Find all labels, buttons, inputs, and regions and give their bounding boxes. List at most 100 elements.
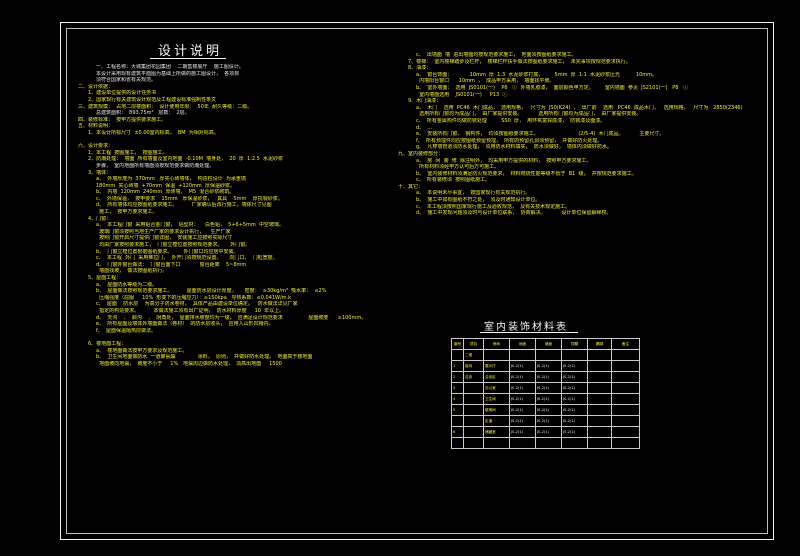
table-cell: [587, 437, 612, 449]
table-cell: [587, 371, 612, 383]
table-cell: JS-2(1): [509, 415, 536, 427]
note-line: 2、防潮处理： 墙面 所有墙面及室内地面 -0.10M 墙身处， 20 厚 1:…: [88, 156, 284, 163]
table-cell: [587, 415, 612, 427]
note-line: 十、其它：: [398, 183, 424, 190]
notes-left-column: 一、工程名称：大城集团花园集团 二期售楼展厅 施工图设计。 本设计采用现有建筑平面…: [78, 64, 398, 367]
table-cell: JS-2(1): [535, 371, 562, 383]
note-line: [78, 137, 398, 144]
note-line: 墙面找坡， 做法按图纸执行。: [96, 268, 168, 275]
note-line: e、 安装所有门窗、 钢构件， 均须按图纸要求施工。 (2/5-4) 木门成品。…: [416, 131, 665, 138]
note-line: 7、楼梯： 室内楼梯踏步及栏杆， 楼梯栏杆扶手做法按图纸要求施工， 未完事项按规…: [408, 58, 631, 65]
table-cell: [509, 349, 536, 361]
note-line: 5、屋面工程：: [88, 275, 122, 281]
table-cell: JS-2(1): [535, 360, 562, 372]
table-cell: [561, 349, 588, 361]
table-cell: [463, 415, 484, 427]
table-cell: [587, 404, 612, 416]
table-header-cell: 墙面: [535, 338, 562, 350]
table-cell: [463, 382, 484, 394]
note-line: b、 室内装修材料须满足防火规范要求， 材料燃烧性能等级不低于 B1 级， 并按…: [416, 170, 637, 177]
table-row: 4 卫生间 JS-2(1) JS-2(1) JS-2(1): [451, 393, 640, 405]
note-line: b、 门窗立樘位置根据图纸要求。 外门窗口均应居中安装。: [96, 248, 239, 255]
note-line: 压缩强度（屈服 10% 形变下的压缩应力）：≥150kpa 导热系数：≤0.04…: [96, 294, 292, 301]
note-line: c、 本工程 外门 采用推拉门， 外开门须按规范设置。 向门口， 门框宽度。: [96, 255, 278, 262]
note-line: 一、工程名称：大城集团花园集团 二期售楼展厅 施工图设计。: [96, 64, 244, 70]
table-cell: JS-2(1): [509, 371, 536, 383]
material-table-body: 二楼 1 接待 展示厅 JS-2(1) JS-2(1) JS-2(1) 2 洽谈 洽谈区 JS-2(…: [451, 349, 640, 449]
note-line: 8、油漆：: [408, 65, 432, 72]
note-line: 九、室内装修部分：: [398, 150, 444, 157]
table-cell: [611, 404, 640, 416]
table-cell: JS-2(1): [535, 415, 562, 427]
table-cell: 洽谈: [463, 371, 484, 383]
notes-right-column: c、 出墙面 墙 进出墙面均按规范要求施工， 地面须按图纸要求施工。 7、楼梯： …: [398, 52, 758, 217]
note-line: d、 天沟 、 斜沟 、 阴角处， 屋面排水坡度均为一级， 应满足设计规范要求 …: [96, 314, 367, 321]
note-line: 玻璃门窗须按照当地生产厂家的要求设计执行， 生产厂家: [96, 228, 231, 235]
note-line: c、 屋面 防水层 为高分子防水卷材， 具体产品由建设单位确定。 防水做法详见厂…: [96, 301, 298, 308]
table-cell: 楼梯间: [483, 404, 510, 416]
table-cell: [611, 382, 640, 394]
table-cell: 3: [451, 382, 464, 394]
material-table-header: 编号 项目 房间 地面 墙面 顶棚 踢脚 备注: [451, 338, 640, 350]
note-line: 指定的构造要求。 本做法施工须有出厂证明， 防水材料厚度 10 年以上。: [96, 307, 285, 314]
table-cell: 展示厅: [483, 360, 510, 372]
note-line: d、 所有墙体均应按图纸要求施工。 厂家确认后再行施工，墙体尺寸见图: [96, 202, 272, 209]
note-line: 四、装修标准： 按甲方提供要求施工。: [78, 116, 167, 123]
table-cell: 储藏室: [483, 426, 510, 438]
table-cell: JS-2(1): [535, 426, 562, 438]
note-line: c、 出墙面 墙 进出墙面均按规范要求施工， 地面须按图纸要求施工。: [416, 52, 577, 58]
table-cell: 1: [451, 360, 464, 372]
table-cell: [611, 349, 640, 361]
note-line: 1、本设计所标尺寸 ±0.00室内标高， BM 为相对标高。: [88, 129, 219, 136]
note-line: 二、设计依据：: [78, 83, 114, 90]
table-cell: JS-2(1): [561, 415, 588, 427]
table-cell: JS-2(1): [561, 371, 588, 383]
title-underline: [150, 58, 226, 59]
note-line: d、 施工中发现问题须及时与设计单位联系， 协商解决。 设计单位保留解释权。: [416, 210, 612, 217]
note-line: b、 卫生间地面做防水 一道聚氨酯 涂料， 原则， 并做好防水处理。 地面高于楼…: [96, 354, 313, 361]
note-line: d、 门窗外窗台做法： 门窗台面下口 窗台距离 5~8mm: [96, 261, 247, 268]
table-cell: [587, 382, 612, 394]
note-line: 180mm 实心砖墙 +70mm 保温 +120mm 厚保温砂浆。: [96, 182, 235, 189]
table-cell: [463, 437, 484, 449]
table-cell: [463, 404, 484, 416]
note-line: a、 外墙厚度为 370mm 厚实心砖墙体， 构造柱设计 为承重墙: [96, 176, 246, 183]
note-line: 须符合国家和省有关规范。: [96, 77, 157, 84]
note-line: c、 本工程须按照国家现行施工及验收规范， 及有关技术规定施工。: [416, 203, 571, 210]
note-line: a、 本说明未尽事宜， 按国家现行有关规范执行。: [416, 190, 531, 197]
note-line: f、 屋面保温隔热层做法。: [96, 327, 156, 334]
note-line: a、 房 间 装 修 除注明外， 均采用甲方提供的材料， 按照甲方要求施工。: [416, 157, 592, 164]
material-table-title-underline: [480, 332, 578, 333]
note-line: f、 所有预埋件均应按图纸预留预埋， 所有的预留孔洞须预留， 并做好防火处理。: [416, 137, 603, 144]
table-row: [451, 437, 640, 449]
note-line: 均由厂家按照要求施工， 门窗立樘位置按照规范要求。 外门窗。: [96, 242, 251, 249]
table-cell: [483, 437, 510, 449]
note-line: b、 施工中如有图纸不符之处， 须及时通知设计单位。: [416, 197, 541, 204]
table-cell: 接待: [463, 360, 484, 372]
note-line: b、 室外墙面： 选用 JS0101(一) P6 ⓘ 外墙乳胶漆， 面层颜色甲方…: [416, 84, 689, 91]
table-cell: [535, 437, 562, 449]
note-line: 所有材料须经甲方认可后方可施工。: [416, 164, 500, 171]
table-cell: 办公室: [483, 382, 510, 394]
table-cell: 二楼: [463, 349, 484, 361]
table-cell: [611, 360, 640, 372]
table-cell: [611, 393, 640, 405]
table-header-cell: 地面: [509, 338, 536, 350]
note-line: 三、建筑规模： 占地二层楼面积： 设计使用年限： 50年 耐久等级：二级。: [78, 103, 253, 110]
note-line: c、 外墙保温， 按甲要求 15mm 厚保温砂浆， 其具 5mm 厚抗裂砂浆。: [96, 195, 283, 202]
table-cell: [451, 437, 464, 449]
note-line: a、 本工程门窗 采用铝合金门窗， 铝型材： 白色铝， 5+6+5mm 中空玻璃…: [96, 222, 284, 229]
note-line: 五、材料说明：: [78, 123, 114, 130]
table-cell: JS-2(1): [561, 426, 588, 438]
table-row: 走道 JS-2(1) JS-2(1) JS-2(1): [451, 415, 640, 427]
table-cell: [611, 437, 640, 449]
note-line: a、 木门 选用 PC46 木门成品， 选用规格， 尺寸为 JS0(K24) ，…: [416, 104, 743, 111]
table-cell: 卫生间: [483, 393, 510, 405]
note-line: 1、本工程 按图施工， 按图施工。: [88, 149, 168, 156]
note-line: 内墙阳台窗口 10mm ， 成品甲方采用， 墙面找平坡。: [416, 78, 555, 85]
note-line: a、 屋面防水等级为二级。: [96, 281, 158, 288]
table-cell: 4: [451, 393, 464, 405]
table-row: 2 洽谈 洽谈区 JS-2(1) JS-2(1) JS-2(1): [451, 371, 640, 383]
table-cell: [561, 437, 588, 449]
table-cell: [587, 393, 612, 405]
